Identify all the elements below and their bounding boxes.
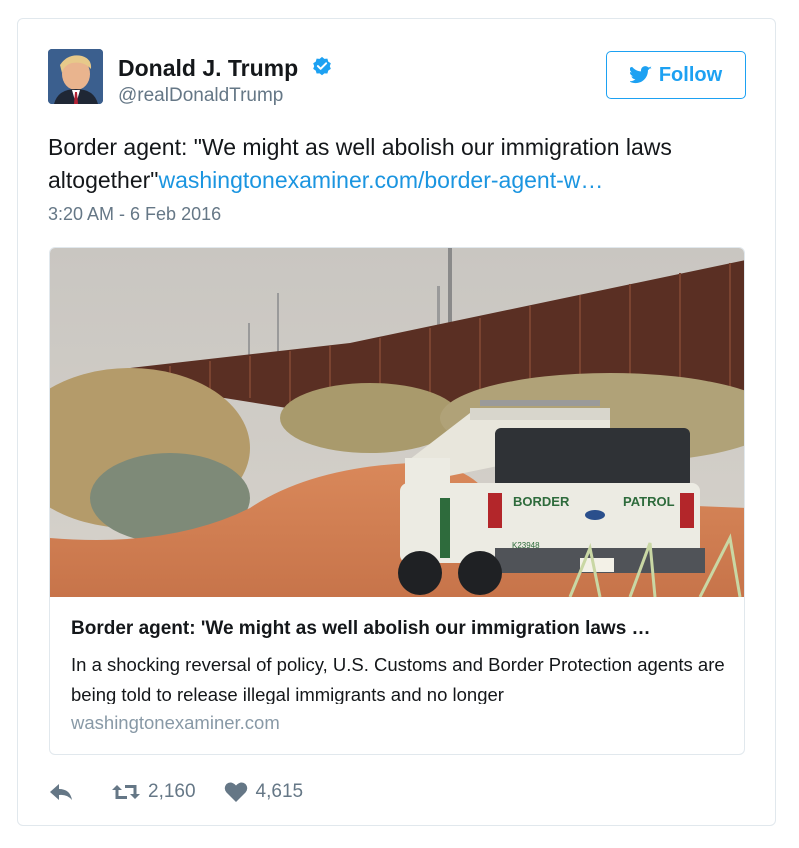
retweet-icon bbox=[112, 785, 140, 799]
follow-button[interactable]: Follow bbox=[606, 51, 746, 99]
author-handle[interactable]: @realDonaldTrump bbox=[118, 85, 283, 107]
verified-badge-icon bbox=[312, 56, 331, 76]
retweet-count: 2,160 bbox=[148, 781, 196, 802]
author-display-name[interactable]: Donald J. Trump bbox=[118, 55, 298, 81]
truck-text-border: BORDER bbox=[513, 494, 570, 509]
follow-label: Follow bbox=[658, 63, 723, 86]
truck-text-patrol: PATROL bbox=[623, 494, 675, 509]
reply-icon bbox=[50, 784, 72, 800]
like-button[interactable]: 4,615 bbox=[224, 781, 304, 803]
tweet-actions: 2,160 4,615 bbox=[48, 777, 303, 807]
link-card-domain: washingtonexaminer.com bbox=[71, 712, 280, 733]
tweet-link[interactable]: washingtonexaminer.com/border-agent-w… bbox=[158, 167, 603, 193]
twitter-bird-icon bbox=[629, 66, 652, 84]
link-card-description: In a shocking reversal of policy, U.S. C… bbox=[71, 654, 725, 704]
tweet-text: Border agent: "We might as well abolish … bbox=[48, 131, 738, 197]
truck-id: K23948 bbox=[512, 541, 540, 550]
tweet-card: Donald J. Trump @realDonaldTrump Follow … bbox=[17, 18, 776, 826]
avatar[interactable] bbox=[48, 49, 103, 104]
author-name[interactable]: Donald J. Trump bbox=[118, 55, 333, 82]
reply-button[interactable] bbox=[48, 781, 74, 803]
link-card-title[interactable]: Border agent: 'We might as well abolish … bbox=[71, 618, 731, 640]
link-card-image[interactable]: BORDER PATROL K23948 bbox=[50, 248, 745, 597]
retweet-button[interactable]: 2,160 bbox=[112, 781, 196, 803]
like-count: 4,615 bbox=[255, 781, 304, 802]
tweet-timestamp[interactable]: 3:20 AM - 6 Feb 2016 bbox=[48, 204, 221, 225]
link-preview-card[interactable]: BORDER PATROL K23948 Border agent: 'We m… bbox=[49, 247, 745, 755]
heart-icon bbox=[224, 782, 247, 802]
